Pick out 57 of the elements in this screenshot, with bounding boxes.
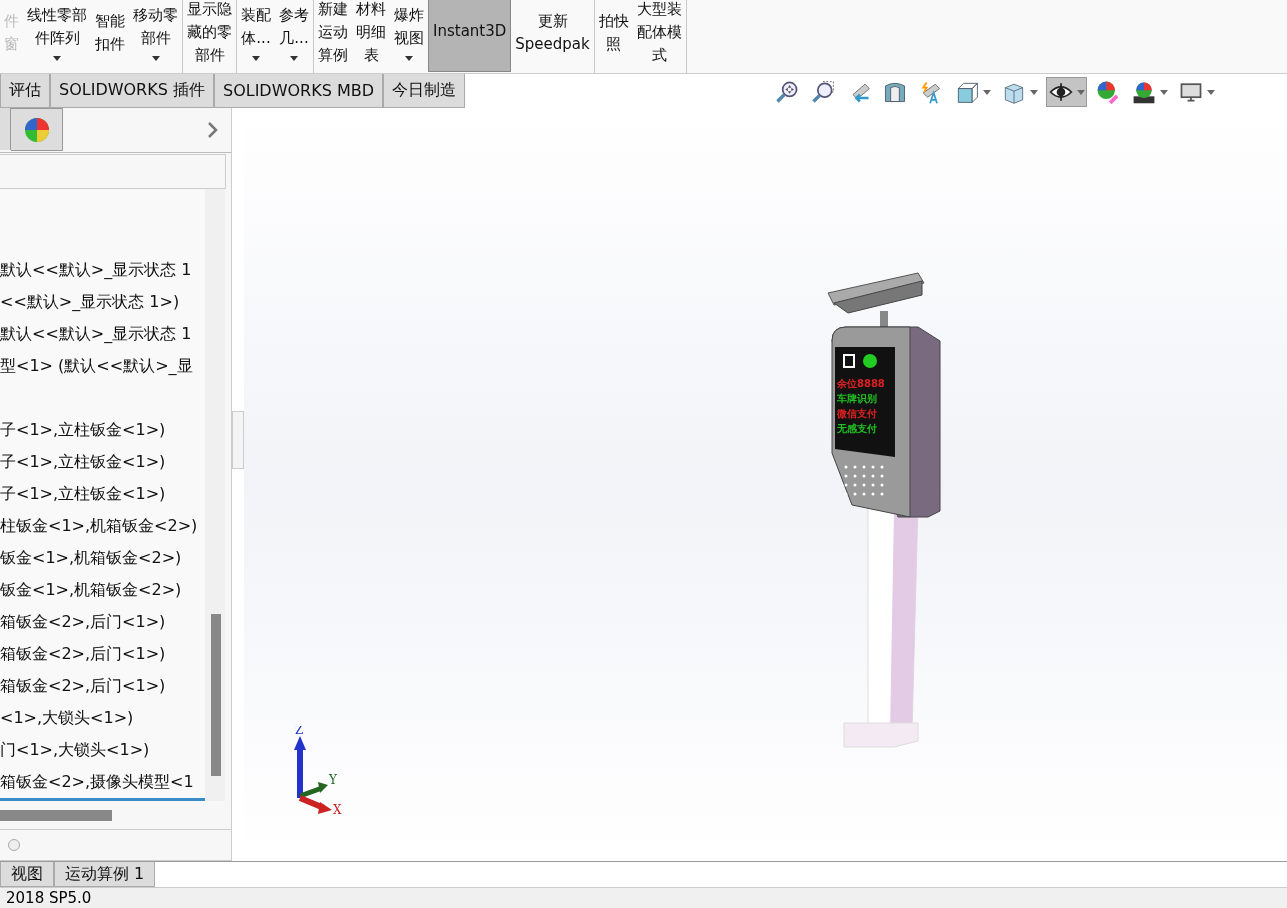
- zoom-fit-icon: [774, 79, 800, 105]
- bottom-tab[interactable]: 视图: [0, 862, 54, 887]
- caret-icon: [1030, 89, 1038, 95]
- caret-icon: [983, 89, 991, 95]
- hide-show-button[interactable]: [1046, 77, 1087, 107]
- caret-icon: [290, 56, 298, 61]
- command-tab[interactable]: 今日制造: [383, 74, 466, 108]
- appearance-tab[interactable]: [11, 108, 63, 151]
- toolbar-button[interactable]: 线性零部 件阵列: [23, 0, 91, 73]
- toolbar-button[interactable]: 装配 体...: [237, 0, 275, 73]
- tree-item[interactable]: 箱钣金<2>,摄像头模型<1: [0, 766, 205, 798]
- parking-terminal-drawing: 余位8888 车牌识别 微信支付 无感支付: [824, 263, 954, 753]
- tree-item[interactable]: 钣金<1>,机箱钣金<2>): [0, 574, 205, 606]
- view-orientation-icon: [954, 79, 980, 105]
- bottom-tab[interactable]: 运动算例 1: [54, 862, 156, 887]
- command-tab[interactable]: 评估: [0, 74, 50, 108]
- toolbar-button[interactable]: 智能 扣件: [91, 0, 129, 73]
- toolbar-button[interactable]: 拍快 照: [594, 0, 633, 73]
- chevron-right-icon[interactable]: [207, 121, 219, 139]
- color-sphere-icon: [23, 116, 50, 143]
- scrollbar-thumb[interactable]: [0, 809, 112, 821]
- caret-icon: [53, 56, 61, 61]
- radio-button[interactable]: [8, 839, 20, 851]
- tree-item[interactable]: 子<1>,立柱钣金<1>): [0, 446, 205, 478]
- tree-item[interactable]: 钣金<1>,机箱钣金<2>): [0, 542, 205, 574]
- toolbar-button[interactable]: 新建 运动 算例: [314, 0, 352, 73]
- filter-field[interactable]: [0, 154, 226, 189]
- splitter-handle[interactable]: [232, 410, 244, 469]
- tree-item[interactable]: 箱钣金<2>,后门<1>): [0, 638, 205, 670]
- tree-item[interactable]: <<默认>_显示状态 1>): [0, 286, 205, 318]
- command-tab[interactable]: SOLIDWORKS MBD: [213, 74, 384, 108]
- tree-item[interactable]: 默认<<默认>_显示状态 1: [0, 254, 205, 286]
- tree-item[interactable]: 箱钣金<2>,后门<1>): [0, 606, 205, 638]
- tree-item[interactable]: 箱钣金<2>,后门<1>): [0, 670, 205, 702]
- tree-item[interactable]: 门<1>,大锁头<1>): [0, 734, 205, 766]
- panel-tab[interactable]: [0, 108, 11, 150]
- tree-item[interactable]: 子<1>,立柱钣金<1>): [0, 478, 205, 510]
- toolbar-button[interactable]: 爆炸 视图: [390, 0, 428, 73]
- caret-icon: [405, 56, 413, 61]
- caret-icon: [1077, 89, 1085, 95]
- axis-triad-drawing: Z Y X: [288, 726, 348, 816]
- scrollbar-thumb[interactable]: [211, 614, 221, 776]
- tree-item[interactable]: 默认<<默认>_显示状态 1: [0, 318, 205, 350]
- tree-item[interactable]: <1>,大锁头<1>): [0, 702, 205, 734]
- tree-item[interactable]: 柱钣金<1>,机箱钣金<2>): [0, 510, 205, 542]
- caret-icon: [1207, 89, 1215, 95]
- tree-item[interactable]: 型<1> (默认<<默认>_显: [0, 350, 205, 382]
- status-text: 2018 SP5.0: [6, 889, 92, 907]
- toolbar-button[interactable]: Instant3D: [428, 0, 512, 72]
- caret-icon: [1160, 89, 1168, 95]
- toolbar-button[interactable]: 材料 明细 表: [352, 0, 390, 73]
- caret-icon: [151, 56, 160, 61]
- tree-item[interactable]: 子<1>,立柱钣金<1>): [0, 414, 205, 446]
- edit-appearance-icon: [1095, 79, 1121, 105]
- command-tab[interactable]: SOLIDWORKS 插件: [50, 74, 214, 108]
- caret-icon: [252, 56, 260, 61]
- zoom-area-icon: [810, 79, 836, 105]
